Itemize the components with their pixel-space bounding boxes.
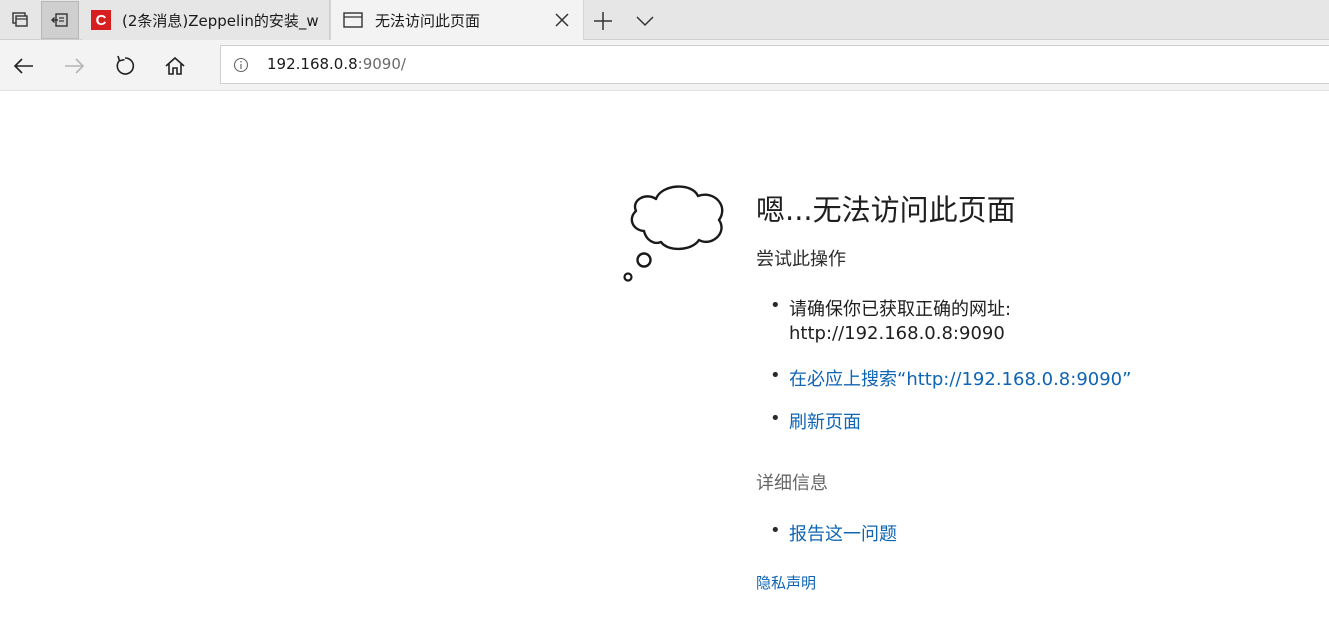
tab-title: 无法访问此页面 <box>375 11 481 30</box>
address-bar[interactable]: 192.168.0.8:9090/ <box>220 45 1329 84</box>
home-icon[interactable] <box>163 54 187 78</box>
bullet-icon: • <box>770 295 781 316</box>
back-icon[interactable] <box>12 54 36 78</box>
set-aside-tabs-button[interactable] <box>41 1 79 39</box>
navigation-bar: 192.168.0.8:9090/ <box>0 40 1329 91</box>
error-title: 嗯...无法访问此页面 <box>756 193 1016 227</box>
privacy-statement-link[interactable]: 隐私声明 <box>756 572 816 593</box>
bullet-icon: • <box>770 408 781 429</box>
suggestion-url: http://192.168.0.8:9090 <box>789 323 1005 344</box>
thought-cloud-icon <box>623 185 724 282</box>
report-issue-link[interactable]: 报告这一问题 <box>789 520 897 546</box>
forward-icon[interactable] <box>62 54 86 78</box>
csdn-favicon-icon: C <box>91 10 111 30</box>
tab-preview-icon <box>12 12 28 27</box>
tab-preview-button[interactable] <box>1 1 39 39</box>
bullet-icon: • <box>770 365 781 386</box>
suggestion-check-url: 请确保你已获取正确的网址: <box>789 299 1012 320</box>
page-icon <box>343 12 363 28</box>
search-bing-link[interactable]: 在必应上搜索“http://192.168.0.8:9090” <box>789 365 1131 391</box>
close-tab-icon[interactable] <box>553 11 571 29</box>
set-aside-tabs-icon <box>51 13 68 27</box>
tab-title: (2条消息)Zeppelin的安装_w <box>122 11 319 30</box>
url-port-path: :9090/ <box>357 55 406 73</box>
new-tab-icon[interactable] <box>592 10 614 32</box>
url-text[interactable]: 192.168.0.8:9090/ <box>267 55 406 73</box>
bullet-icon: • <box>770 520 781 541</box>
tab-strip: C (2条消息)Zeppelin的安装_w 无法访问此页面 <box>0 0 1329 40</box>
url-host: 192.168.0.8 <box>267 55 358 73</box>
refresh-icon[interactable] <box>113 54 137 78</box>
tab-csdn[interactable]: C (2条消息)Zeppelin的安装_w <box>82 0 330 40</box>
tab-error-page[interactable]: 无法访问此页面 <box>330 0 584 40</box>
chevron-down-icon[interactable] <box>634 10 656 32</box>
info-icon[interactable] <box>233 57 249 73</box>
try-this-heading: 尝试此操作 <box>756 249 846 270</box>
details-heading: 详细信息 <box>756 473 828 494</box>
refresh-page-link[interactable]: 刷新页面 <box>789 408 861 434</box>
